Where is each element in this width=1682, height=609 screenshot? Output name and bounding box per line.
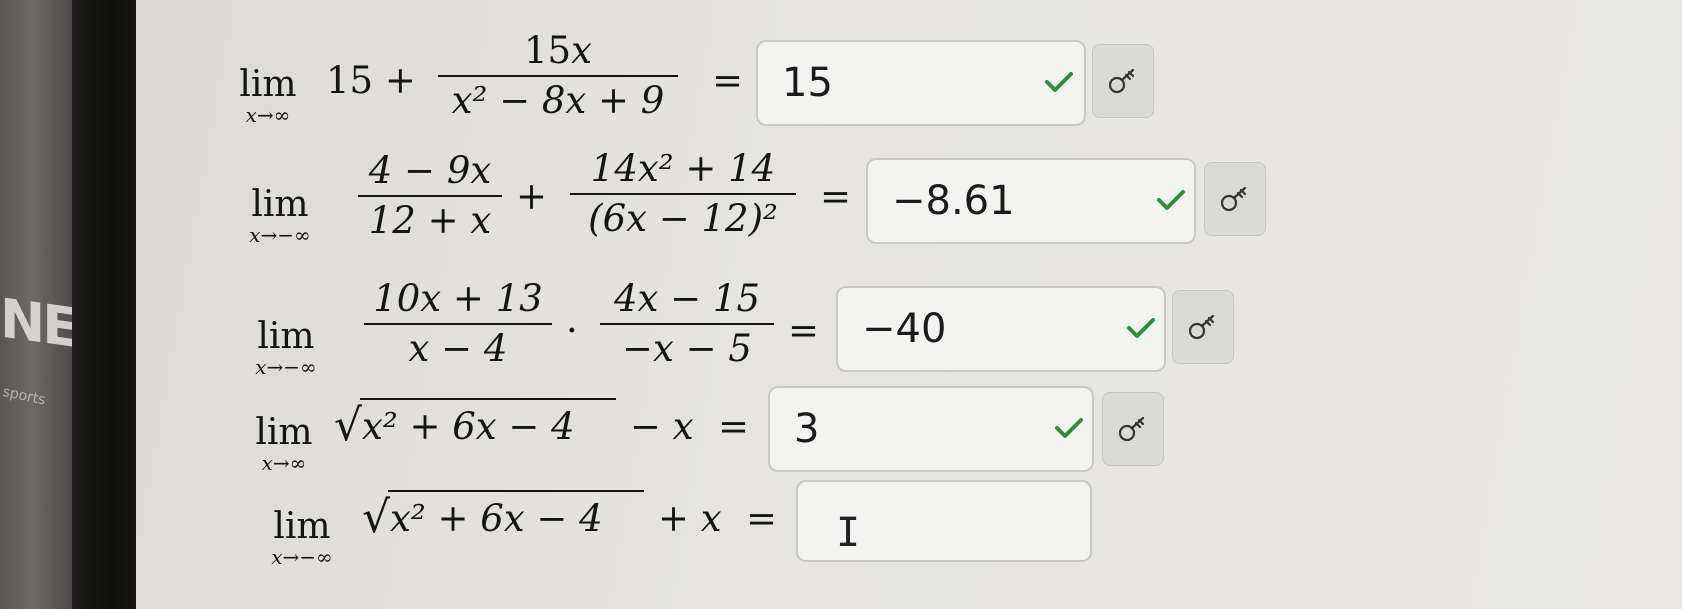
- numerator: 4x − 15: [613, 277, 760, 320]
- fraction-bar: [600, 323, 774, 325]
- lim-subscript: x→−∞: [271, 545, 333, 569]
- key-icon: [1188, 314, 1215, 340]
- check-icon: [1157, 190, 1185, 210]
- key-icon: [1108, 68, 1135, 94]
- background-sign-text: NE: [0, 286, 77, 361]
- lim-word: lim: [255, 412, 313, 453]
- key-button[interactable]: [1204, 162, 1266, 236]
- key-icon: [1220, 186, 1247, 212]
- limit-operator: lim x→−∞: [242, 506, 362, 569]
- equals-sign: =: [712, 59, 744, 102]
- times-operator: ·: [566, 309, 578, 352]
- check-icon: [1127, 318, 1155, 338]
- numerator-var: x: [571, 29, 592, 72]
- sqrt-bar: [360, 398, 616, 400]
- equals-sign: =: [746, 497, 778, 540]
- limit-operator: lim x→∞: [220, 64, 316, 127]
- denominator: 12 + x: [368, 199, 492, 242]
- equals-sign: =: [788, 309, 820, 352]
- lim-subscript: x→∞: [245, 103, 291, 127]
- answer-value: −40: [862, 306, 947, 352]
- equals-sign: =: [718, 405, 750, 448]
- denominator: x − 4: [408, 327, 508, 370]
- limit-operator: lim x→∞: [236, 412, 332, 475]
- limit-operator: lim x→−∞: [220, 184, 340, 247]
- limit-operator: lim x→−∞: [226, 316, 346, 379]
- fraction: 15x x² − 8x + 9: [438, 30, 678, 122]
- key-icon: [1118, 416, 1145, 442]
- lim-subscript: x→−∞: [249, 223, 311, 247]
- answer-input-4[interactable]: 3: [768, 386, 1094, 472]
- plus-operator: +: [516, 175, 548, 218]
- radicand: x² + 6x − 4: [362, 405, 575, 448]
- lim-word: lim: [257, 316, 315, 357]
- expression-tail: − x: [630, 405, 694, 448]
- fraction-bar: [364, 323, 552, 325]
- answer-input-1[interactable]: 15: [756, 40, 1086, 126]
- expression-lead: 15 +: [326, 59, 416, 102]
- sqrt-sign: √: [362, 492, 391, 543]
- key-button[interactable]: [1102, 392, 1164, 466]
- answer-value: 15: [782, 60, 833, 106]
- text-cursor-icon: I: [836, 510, 861, 556]
- numerator-coef: 15: [524, 29, 572, 72]
- answer-value: 3: [794, 406, 820, 452]
- answer-input-2[interactable]: −8.61: [866, 158, 1196, 244]
- lim-word: lim: [251, 184, 309, 225]
- numerator: 14x² + 14: [590, 147, 776, 190]
- lim-word: lim: [273, 506, 331, 547]
- fraction-1: 4 − 9x 12 + x: [358, 150, 502, 242]
- fraction-2: 14x² + 14 (6x − 12)²: [570, 148, 796, 240]
- denominator: (6x − 12)²: [588, 197, 778, 240]
- fraction-bar: [570, 193, 796, 195]
- lim-word: lim: [239, 64, 297, 105]
- denominator: x² − 8x + 9: [451, 79, 665, 122]
- check-icon: [1055, 418, 1083, 438]
- denominator: −x − 5: [622, 327, 752, 370]
- fraction-1: 10x + 13 x − 4: [364, 278, 552, 370]
- equals-sign: =: [820, 175, 852, 218]
- key-button[interactable]: [1172, 290, 1234, 364]
- sqrt-sign: √: [334, 400, 363, 451]
- numerator: 10x + 13: [373, 277, 543, 320]
- fraction-bar: [358, 195, 502, 197]
- fraction-bar: [438, 75, 678, 77]
- numerator: 15x: [524, 30, 592, 72]
- expression-tail: + x: [658, 497, 722, 540]
- monitor-bezel: [72, 0, 136, 609]
- fraction-2: 4x − 15 −x − 5: [600, 278, 774, 370]
- sqrt-bar: [388, 490, 644, 492]
- numerator: 4 − 9x: [368, 149, 492, 192]
- answer-input-3[interactable]: −40: [836, 286, 1166, 372]
- radicand: x² + 6x − 4: [390, 497, 603, 540]
- lim-subscript: x→∞: [261, 451, 307, 475]
- answer-value: −8.61: [892, 178, 1015, 224]
- lim-subscript: x→−∞: [255, 355, 317, 379]
- check-icon: [1045, 72, 1073, 92]
- key-button[interactable]: [1092, 44, 1154, 118]
